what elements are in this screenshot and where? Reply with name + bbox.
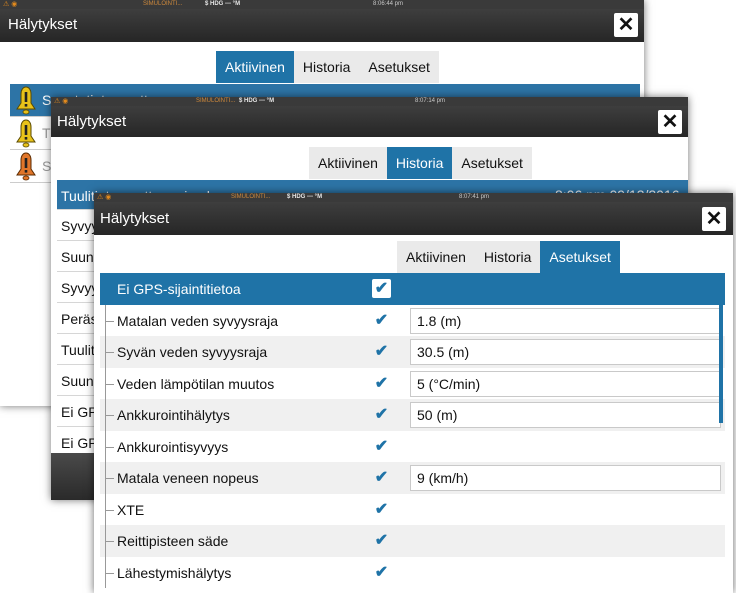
- tab-history[interactable]: Historia: [474, 241, 541, 273]
- alert-icon: ⚠ ◉: [54, 98, 69, 105]
- alarm-bell-icon: [16, 152, 36, 181]
- setting-checkbox[interactable]: ✔: [372, 500, 391, 519]
- settings-row[interactable]: Ankkurointisyvyys ✔: [100, 430, 725, 462]
- history-text: Suunt: [61, 373, 98, 389]
- tree-branch: [105, 320, 114, 322]
- tab-history[interactable]: Historia: [293, 51, 360, 83]
- tab-settings[interactable]: Asetukset: [540, 241, 620, 273]
- close-button[interactable]: ✕: [702, 207, 726, 231]
- sim-indicator: SIMULOINTI...: [143, 1, 183, 7]
- tab-settings[interactable]: Asetukset: [452, 147, 532, 179]
- scrollbar[interactable]: [719, 273, 723, 423]
- setting-label: Syvän veden syvyysraja: [117, 344, 268, 360]
- settings-row[interactable]: Syvän veden syvyysraja ✔ 30.5 (m): [100, 336, 725, 368]
- alarm-text: T: [42, 125, 51, 141]
- sim-indicator: SIMULOINTI...: [196, 98, 236, 104]
- title-bar: Hälytykset ✕: [51, 106, 688, 137]
- setting-label: Ankkurointihälytys: [117, 407, 230, 423]
- setting-checkbox[interactable]: ✔: [372, 342, 391, 361]
- close-button[interactable]: ✕: [658, 110, 682, 134]
- tab-settings[interactable]: Asetukset: [359, 51, 439, 83]
- tab-active[interactable]: Aktiivinen: [397, 241, 475, 273]
- close-button[interactable]: ✕: [614, 13, 638, 37]
- setting-value-field[interactable]: 30.5 (m): [410, 339, 721, 365]
- setting-checkbox[interactable]: ✔: [372, 468, 391, 487]
- setting-label: Lähestymishälytys: [117, 564, 232, 581]
- setting-value-field[interactable]: 50 (m): [410, 402, 721, 428]
- tab-active[interactable]: Aktiivinen: [309, 147, 387, 179]
- setting-value-field[interactable]: 1.8 (m): [410, 307, 721, 334]
- title-bar: Hälytykset ✕: [0, 9, 644, 42]
- tree-branch: [105, 509, 114, 511]
- setting-label: Matala veneen nopeus: [117, 470, 259, 486]
- tree-branch: [105, 446, 114, 448]
- history-text: Suunt: [61, 249, 98, 265]
- settings-row[interactable]: Ei GPS-sijaintitietoa ✔: [100, 273, 725, 305]
- window-title: Hälytykset: [8, 16, 78, 33]
- tree-branch: [105, 541, 114, 542]
- setting-label: Veden lämpötilan muutos: [117, 375, 275, 392]
- setting-label: Ei GPS-sijaintitietoa: [117, 281, 241, 297]
- setting-checkbox[interactable]: ✔: [372, 279, 391, 298]
- settings-row[interactable]: Reittipisteen säde ✔: [100, 525, 725, 557]
- alarms-window-settings: ⚠ ◉ SIMULOINTI... $ HDG --- °M 8:07:41 p…: [94, 193, 733, 593]
- settings-row[interactable]: Ankkurointihälytys ✔ 50 (m): [100, 399, 725, 431]
- setting-checkbox[interactable]: ✔: [372, 563, 391, 582]
- clock: 8:07:41 pm: [459, 194, 490, 200]
- tab-history[interactable]: Historia: [386, 147, 453, 179]
- tree-branch: [105, 572, 114, 574]
- settings-row[interactable]: Matala veneen nopeus ✔ 9 (km/h): [100, 462, 725, 494]
- tab-bar: Aktiivinen Historia Asetukset: [216, 51, 439, 83]
- status-bar: ⚠ ◉ SIMULOINTI... $ HDG --- °M 8:07:14 p…: [51, 97, 688, 106]
- alarm-text: S: [42, 158, 52, 174]
- heading-readout: $ HDG --- °M: [239, 98, 275, 104]
- window-title: Hälytykset: [57, 113, 127, 130]
- alert-icon: ⚠ ◉: [3, 1, 18, 8]
- settings-row[interactable]: XTE ✔: [100, 493, 725, 525]
- sim-indicator: SIMULOINTI...: [231, 194, 271, 200]
- clock: 8:07:14 pm: [415, 98, 446, 104]
- tree-branch: [105, 478, 114, 479]
- window-title: Hälytykset: [100, 210, 170, 227]
- settings-row[interactable]: Veden lämpötilan muutos ✔ 5 (°C/min): [100, 367, 725, 399]
- settings-row[interactable]: Lähestymishälytys ✔: [100, 556, 725, 588]
- settings-list: Ei GPS-sijaintitietoa ✔ Matalan veden sy…: [100, 273, 725, 593]
- setting-checkbox[interactable]: ✔: [372, 374, 391, 393]
- title-bar: Hälytykset ✕: [94, 202, 733, 235]
- setting-checkbox[interactable]: ✔: [372, 437, 391, 456]
- alert-icon: ⚠ ◉: [97, 194, 112, 201]
- setting-label: Reittipisteen säde: [117, 533, 229, 549]
- tree-branch: [105, 383, 114, 385]
- setting-label: Ankkurointisyvyys: [117, 438, 229, 455]
- warning-bell-icon: [16, 86, 36, 115]
- settings-row[interactable]: Matalan veden syvyysraja ✔ 1.8 (m): [100, 304, 725, 336]
- setting-checkbox[interactable]: ✔: [372, 405, 391, 424]
- tree-branch: [105, 415, 114, 416]
- tab-active[interactable]: Aktiivinen: [216, 51, 294, 83]
- tab-bar: Aktiivinen Historia Asetukset: [309, 147, 532, 179]
- setting-checkbox[interactable]: ✔: [372, 311, 391, 330]
- tab-bar: Aktiivinen Historia Asetukset: [397, 241, 620, 273]
- clock: 8:06:44 pm: [373, 1, 404, 7]
- status-bar: ⚠ ◉ SIMULOINTI... $ HDG --- °M 8:06:44 p…: [0, 0, 644, 9]
- history-text: Tuulit: [61, 342, 95, 358]
- heading-readout: $ HDG --- °M: [205, 1, 241, 7]
- heading-readout: $ HDG --- °M: [287, 194, 323, 200]
- status-bar: ⚠ ◉ SIMULOINTI... $ HDG --- °M 8:07:41 p…: [94, 193, 733, 202]
- setting-label: XTE: [117, 501, 145, 518]
- setting-value-field[interactable]: 9 (km/h): [410, 465, 721, 491]
- setting-label: Matalan veden syvyysraja: [117, 312, 279, 329]
- setting-value-field[interactable]: 5 (°C/min): [410, 370, 721, 397]
- setting-checkbox[interactable]: ✔: [372, 531, 391, 550]
- tree-branch: [105, 352, 114, 353]
- warning-bell-icon: [16, 119, 36, 148]
